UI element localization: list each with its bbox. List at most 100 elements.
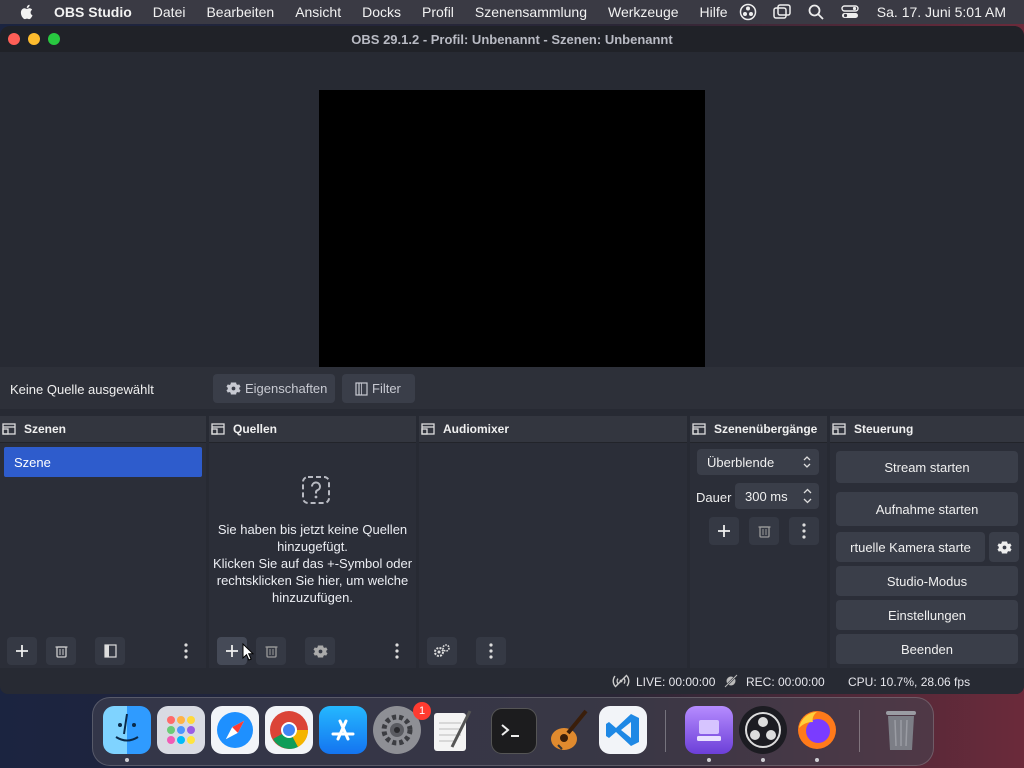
add-transition-button[interactable] [709, 517, 739, 545]
search-icon[interactable] [807, 3, 825, 21]
maximize-window-button[interactable] [48, 33, 60, 45]
controls-dock: Steuerung Stream starten Aufnahme starte… [830, 416, 1024, 668]
menu-bearbeiten[interactable]: Bearbeiten [206, 4, 274, 20]
terminal-icon[interactable] [491, 708, 537, 754]
source-properties-button[interactable] [305, 637, 335, 665]
empty-line-5: hinzuzufügen. [272, 590, 353, 605]
gear-icon [312, 645, 328, 657]
more-vertical-icon [395, 643, 399, 659]
chrome-icon[interactable] [265, 706, 313, 754]
window-titlebar: OBS 29.1.2 - Profil: Unbenannt - Szenen:… [0, 26, 1024, 52]
plus-icon [718, 525, 730, 537]
menu-app-name[interactable]: OBS Studio [54, 4, 132, 20]
more-vertical-icon [802, 523, 806, 539]
gear-icon [996, 541, 1012, 553]
menu-bar: OBS Studio Datei Bearbeiten Ansicht Dock… [0, 0, 1024, 24]
window-switch-icon[interactable] [773, 3, 791, 21]
filter-button[interactable]: Filter [342, 374, 415, 403]
properties-button[interactable]: Eigenschaften [213, 374, 335, 403]
control-center-icon[interactable] [841, 3, 859, 21]
dock-float-icon[interactable] [692, 423, 706, 435]
menu-profil[interactable]: Profil [422, 4, 454, 20]
dock-float-icon[interactable] [421, 423, 435, 435]
more-vertical-icon [184, 643, 188, 659]
dock-separator [859, 710, 860, 752]
running-indicator [125, 758, 129, 762]
menu-ansicht[interactable]: Ansicht [295, 4, 341, 20]
app-store-icon[interactable] [319, 706, 367, 754]
spin-arrows-icon[interactable] [803, 488, 812, 504]
no-source-label: Keine Quelle ausgewählt [10, 382, 154, 397]
menu-szenensammlung[interactable]: Szenensammlung [475, 4, 587, 20]
menu-clock[interactable]: Sa. 17. Juni 5:01 AM [877, 4, 1006, 20]
plus-icon [226, 645, 238, 657]
trash-icon[interactable] [877, 706, 925, 754]
start-recording-button[interactable]: Aufnahme starten [836, 492, 1018, 526]
studio-mode-button[interactable]: Studio-Modus [836, 566, 1018, 596]
audio-more-button[interactable] [476, 637, 506, 665]
obs-icon[interactable] [739, 706, 787, 754]
sources-toolbar [209, 634, 416, 668]
duration-value: 300 ms [745, 488, 788, 504]
trash-icon [758, 526, 770, 538]
virtual-camera-settings-button[interactable] [989, 532, 1019, 562]
quit-button[interactable]: Beenden [836, 634, 1018, 664]
transition-select[interactable]: Überblende [697, 449, 819, 475]
running-indicator [707, 758, 711, 762]
audio-settings-button[interactable] [427, 637, 457, 665]
preview-canvas[interactable] [319, 90, 705, 379]
filter-icon [355, 381, 368, 396]
start-virtual-camera-button[interactable]: rtuelle Kamera starte [836, 532, 985, 562]
mouse-cursor-icon [242, 643, 254, 661]
remove-scene-button[interactable] [46, 637, 76, 665]
remove-transition-button[interactable] [749, 517, 779, 545]
cpu-status: CPU: 10.7%, 28.06 fps [848, 675, 971, 689]
minimize-window-button[interactable] [28, 33, 40, 45]
preview-area [0, 52, 1024, 388]
transition-more-button[interactable] [789, 517, 819, 545]
properties-label: Eigenschaften [245, 381, 328, 396]
menu-datei[interactable]: Datei [153, 4, 186, 20]
obs-tray-icon[interactable] [739, 3, 757, 21]
audio-mixer-dock: Audiomixer [419, 416, 687, 668]
status-bar: LIVE: 00:00:00 REC: 00:00:00 CPU: 10.7%,… [0, 668, 1024, 694]
audio-mixer-header: Audiomixer [419, 416, 687, 443]
plus-icon [16, 645, 28, 657]
safari-icon[interactable] [211, 706, 259, 754]
scene-list-item[interactable]: Szene [4, 447, 202, 477]
sources-more-button[interactable] [383, 637, 411, 665]
vscode-icon[interactable] [599, 706, 647, 754]
close-window-button[interactable] [8, 33, 20, 45]
menu-werkzeuge[interactable]: Werkzeuge [608, 4, 679, 20]
rec-timer: REC: 00:00:00 [746, 675, 825, 689]
live-off-icon [612, 674, 630, 688]
dock-float-icon[interactable] [211, 423, 225, 435]
settings-button[interactable]: Einstellungen [836, 600, 1018, 630]
scene-item-label: Szene [14, 454, 51, 470]
dock-float-icon[interactable] [2, 423, 16, 435]
apple-icon[interactable] [18, 3, 36, 21]
more-vertical-icon [489, 643, 493, 659]
dock-separator [665, 710, 666, 752]
garageband-icon[interactable] [545, 706, 593, 754]
launchpad-icon[interactable] [157, 706, 205, 754]
duration-spinbox[interactable]: 300 ms [735, 483, 819, 509]
textedit-icon[interactable] [427, 706, 475, 754]
live-timer: LIVE: 00:00:00 [636, 675, 716, 689]
add-scene-button[interactable] [7, 637, 37, 665]
dock-float-icon[interactable] [832, 423, 846, 435]
scenes-more-button[interactable] [172, 637, 200, 665]
audio-mixer-title: Audiomixer [443, 422, 510, 436]
running-indicator [815, 758, 819, 762]
firefox-icon[interactable] [793, 706, 841, 754]
start-stream-button[interactable]: Stream starten [836, 451, 1018, 483]
disk-icon[interactable] [685, 706, 733, 754]
scenes-dock: Szenen Szene [0, 416, 206, 668]
remove-source-button[interactable] [256, 637, 286, 665]
window-title: OBS 29.1.2 - Profil: Unbenannt - Szenen:… [351, 31, 673, 47]
menu-docks[interactable]: Docks [362, 4, 401, 20]
scene-filter-button[interactable] [95, 637, 125, 665]
transitions-dock: Szenenübergänge Überblende Dauer 300 ms [690, 416, 827, 668]
finder-icon[interactable] [103, 706, 151, 754]
sources-dock-header: Quellen [209, 416, 416, 443]
